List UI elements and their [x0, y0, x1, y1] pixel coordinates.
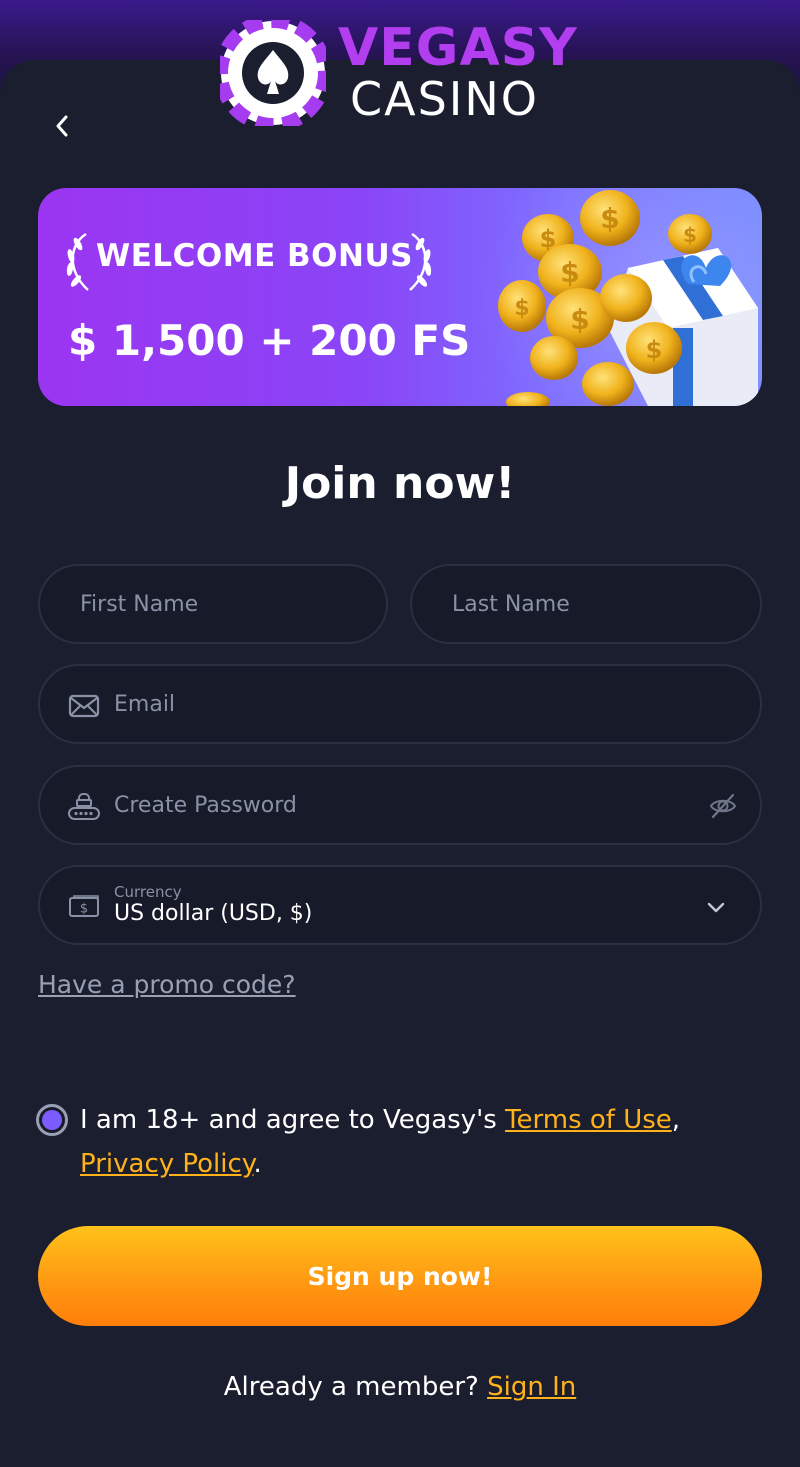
currency-select[interactable]: $ Currency US dollar (USD, $)	[38, 865, 762, 945]
svg-text:$: $	[600, 202, 619, 235]
currency-value: US dollar (USD, $)	[114, 901, 313, 926]
svg-text:$: $	[80, 902, 88, 917]
coins-gift-illustration: $ $ $ $ $ $ $	[498, 190, 758, 406]
logo-text-casino: CASINO	[350, 72, 539, 126]
first-name-input[interactable]	[40, 566, 386, 642]
eye-off-icon[interactable]	[708, 791, 738, 821]
password-field[interactable]	[38, 765, 762, 845]
consent-separator: ,	[671, 1105, 681, 1135]
svg-text:$: $	[560, 256, 579, 289]
svg-text:$: $	[570, 303, 589, 336]
last-name-input[interactable]	[412, 566, 760, 642]
sign-up-button[interactable]: Sign up now!	[38, 1226, 762, 1326]
chevron-down-icon	[707, 902, 725, 913]
back-button[interactable]	[44, 106, 80, 146]
first-name-field[interactable]	[38, 564, 388, 644]
email-field[interactable]	[38, 664, 762, 744]
age-consent-radio[interactable]	[36, 1104, 68, 1136]
consent-text: I am 18+ and agree to Vegasy's Terms of …	[80, 1098, 760, 1186]
terms-of-use-link[interactable]: Terms of Use	[505, 1105, 672, 1135]
consent-text-before: I am 18+ and agree to Vegasy's	[80, 1105, 506, 1135]
page-title: Join now!	[284, 458, 516, 509]
laurel-right-icon	[409, 232, 432, 291]
svg-text:$: $	[540, 225, 557, 253]
consent-text-after: .	[253, 1149, 262, 1179]
chevron-left-icon	[56, 115, 68, 137]
welcome-bonus-banner[interactable]: WELCOME BONUS $ 1,500 + 200 FS $ $ $ $ $…	[38, 188, 762, 406]
promo-code-link[interactable]: Have a promo code?	[38, 970, 296, 999]
email-input[interactable]	[40, 666, 760, 742]
vegasy-casino-logo: VEGASY CASINO	[220, 20, 580, 128]
logo-text-vegasy: VEGASY	[338, 18, 578, 78]
banner-title: WELCOME BONUS	[96, 238, 413, 274]
banknote-icon: $	[69, 895, 99, 917]
password-input[interactable]	[40, 767, 760, 843]
laurel-left-icon	[66, 232, 89, 291]
currency-label: Currency	[114, 883, 182, 901]
svg-text:$: $	[646, 336, 663, 364]
last-name-field[interactable]	[410, 564, 762, 644]
already-member-text: Already a member?	[223, 1372, 488, 1402]
privacy-policy-link[interactable]: Privacy Policy	[80, 1149, 253, 1179]
already-member-row: Already a member? Sign In	[0, 1372, 800, 1402]
svg-text:$: $	[514, 296, 529, 321]
banner-amount: $ 1,500 + 200 FS	[68, 316, 471, 365]
sign-in-link[interactable]: Sign In	[487, 1372, 576, 1402]
poker-chip-spade-icon	[220, 20, 326, 126]
svg-text:$: $	[683, 223, 697, 247]
